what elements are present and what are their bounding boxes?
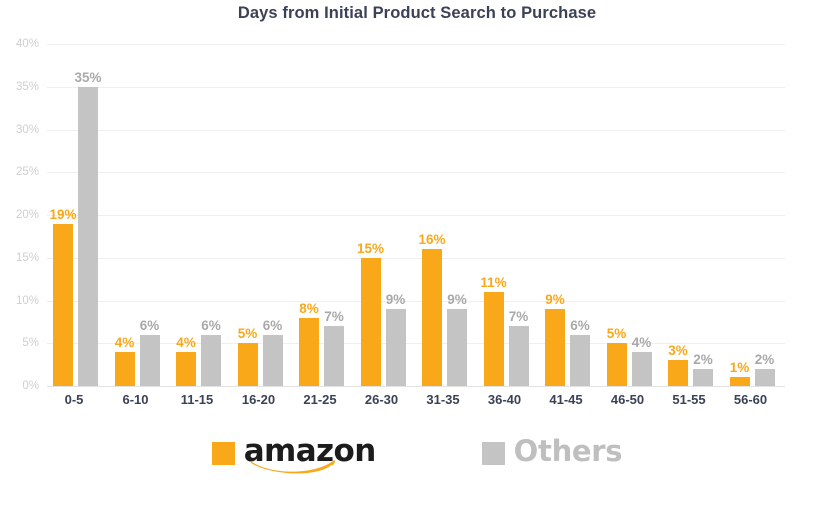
bar-value-label: 35% [74, 69, 102, 85]
bar-amazon-11-15[interactable]: 4% [176, 335, 196, 386]
bar-value-label: 7% [324, 309, 344, 325]
bar-others-16-20[interactable]: 6% [262, 318, 283, 386]
y-axis-tick-label: 40% [15, 38, 39, 50]
y-axis-tick-label: 10% [15, 294, 39, 307]
y-axis-tick-label: 25% [15, 166, 39, 179]
bar-amazon-56-60[interactable]: 1% [729, 360, 750, 386]
legend-item-others[interactable]: Others [481, 434, 623, 468]
plot-area: 19% 35% 4% 6% 4% 6% 5% 6% 8% 7% 15% 9% 16% 9% 11% 7% 9% 6… [47, 44, 785, 387]
bar-others-46-50[interactable]: 4% [631, 335, 652, 386]
x-axis-tick-label: 0-5 [64, 392, 84, 407]
bar-group: 1% 2% [724, 44, 786, 386]
bar-value-label: 6% [201, 317, 221, 333]
bar-amazon-41-45[interactable]: 9% [545, 292, 565, 386]
bar-value-label: 8% [299, 300, 319, 316]
y-axis-tick-label: 0% [22, 380, 39, 392]
bar-others-11-15[interactable]: 6% [201, 318, 221, 386]
y-axis-tick-label: 5% [22, 337, 39, 350]
y-axis-tick-label: 15% [15, 251, 39, 264]
x-axis-tick-label: 51-55 [672, 392, 706, 407]
bar-group: 4% 6% [109, 44, 171, 386]
bar-value-label: 4% [631, 334, 652, 350]
bar-others-21-25[interactable]: 7% [324, 309, 344, 386]
x-axis-tick-label: 6-10 [122, 392, 149, 407]
bar-value-label: 2% [693, 351, 713, 367]
bar-group: 5% 4% [601, 44, 663, 386]
x-axis-tick-label: 21-25 [303, 392, 337, 407]
legend-item-amazon[interactable]: amazon [211, 436, 376, 474]
legend-swatch-others [481, 442, 505, 465]
bar-others-51-55[interactable]: 2% [693, 352, 713, 386]
bar-group: 16% 9% [416, 44, 478, 386]
x-axis-tick-label: 16-20 [241, 392, 276, 407]
y-axis-tick-label: 35% [15, 80, 39, 93]
bar-group: 4% 6% [170, 44, 232, 386]
x-axis-tick-label: 36-40 [487, 392, 522, 407]
bar-group: 9% 6% [539, 44, 601, 386]
bar-value-label: 9% [545, 292, 565, 308]
gridline [47, 386, 785, 387]
bar-amazon-51-55[interactable]: 3% [668, 343, 688, 386]
legend-swatch-amazon [211, 442, 235, 465]
bar-amazon-36-40[interactable]: 11% [480, 275, 507, 386]
legend-label-others: Others [513, 434, 623, 468]
x-axis: 0-5 6-10 11-15 16-20 21-25 26-30 31-35 36-40 41-… [47, 392, 785, 414]
amazon-logo: amazon [244, 436, 376, 474]
bar-amazon-16-20[interactable]: 5% [237, 326, 258, 386]
x-axis-tick-label: 41-45 [549, 392, 583, 407]
bar-others-6-10[interactable]: 6% [139, 318, 160, 386]
amazon-smile-icon [250, 460, 335, 474]
bar-others-26-30[interactable]: 9% [385, 292, 406, 386]
bar-group: 3% 2% [662, 44, 724, 386]
bar-value-label: 7% [508, 309, 529, 325]
bar-value-label: 19% [49, 206, 77, 222]
chart-legend: amazon Others [0, 436, 834, 486]
bar-amazon-6-10[interactable]: 4% [114, 335, 135, 386]
bar-value-label: 9% [385, 292, 406, 308]
x-axis-tick-label: 56-60 [733, 392, 768, 407]
bar-others-36-40[interactable]: 7% [508, 309, 529, 386]
bar-value-label: 5% [237, 326, 258, 342]
bar-value-label: 9% [447, 292, 467, 308]
bar-amazon-31-35[interactable]: 16% [418, 232, 446, 386]
bar-amazon-21-25[interactable]: 8% [299, 301, 319, 386]
bar-value-label: 5% [606, 326, 627, 342]
bar-group: 19% 35% [47, 44, 109, 386]
bar-amazon-46-50[interactable]: 5% [606, 326, 627, 386]
bar-others-31-35[interactable]: 9% [447, 292, 467, 386]
bar-value-label: 4% [176, 334, 196, 350]
bar-value-label: 6% [139, 317, 160, 333]
bar-others-56-60[interactable]: 2% [754, 352, 775, 386]
bar-value-label: 11% [480, 274, 507, 290]
bar-group: 5% 6% [232, 44, 294, 386]
bar-group: 15% 9% [355, 44, 417, 386]
bar-value-label: 1% [729, 360, 750, 376]
x-axis-tick-label: 11-15 [180, 392, 214, 407]
bar-amazon-26-30[interactable]: 15% [357, 241, 384, 386]
bar-value-label: 6% [262, 317, 283, 333]
bar-group: 11% 7% [478, 44, 540, 386]
chart-title: Days from Initial Product Search to Purc… [237, 4, 597, 22]
bar-group: 8% 7% [293, 44, 355, 386]
bar-value-label: 6% [570, 317, 590, 333]
bar-value-label: 15% [356, 240, 385, 256]
x-axis-tick-label: 31-35 [426, 392, 460, 407]
x-axis-tick-label: 26-30 [364, 392, 399, 407]
y-axis-tick-label: 30% [15, 123, 39, 136]
bar-value-label: 4% [114, 334, 135, 350]
bar-others-0-5[interactable]: 35% [74, 70, 102, 386]
bar-value-label: 16% [418, 232, 446, 248]
bar-value-label: 2% [754, 351, 775, 367]
x-axis-tick-label: 46-50 [610, 392, 645, 407]
y-axis-tick-label: 20% [15, 209, 39, 221]
bar-groups: 19% 35% 4% 6% 4% 6% 5% 6% 8% 7% 15% 9% 16% 9% 11% 7% 9% 6… [47, 44, 785, 386]
bar-others-41-45[interactable]: 6% [570, 318, 590, 386]
bar-amazon-0-5[interactable]: 19% [49, 207, 77, 386]
bar-value-label: 3% [668, 343, 688, 359]
